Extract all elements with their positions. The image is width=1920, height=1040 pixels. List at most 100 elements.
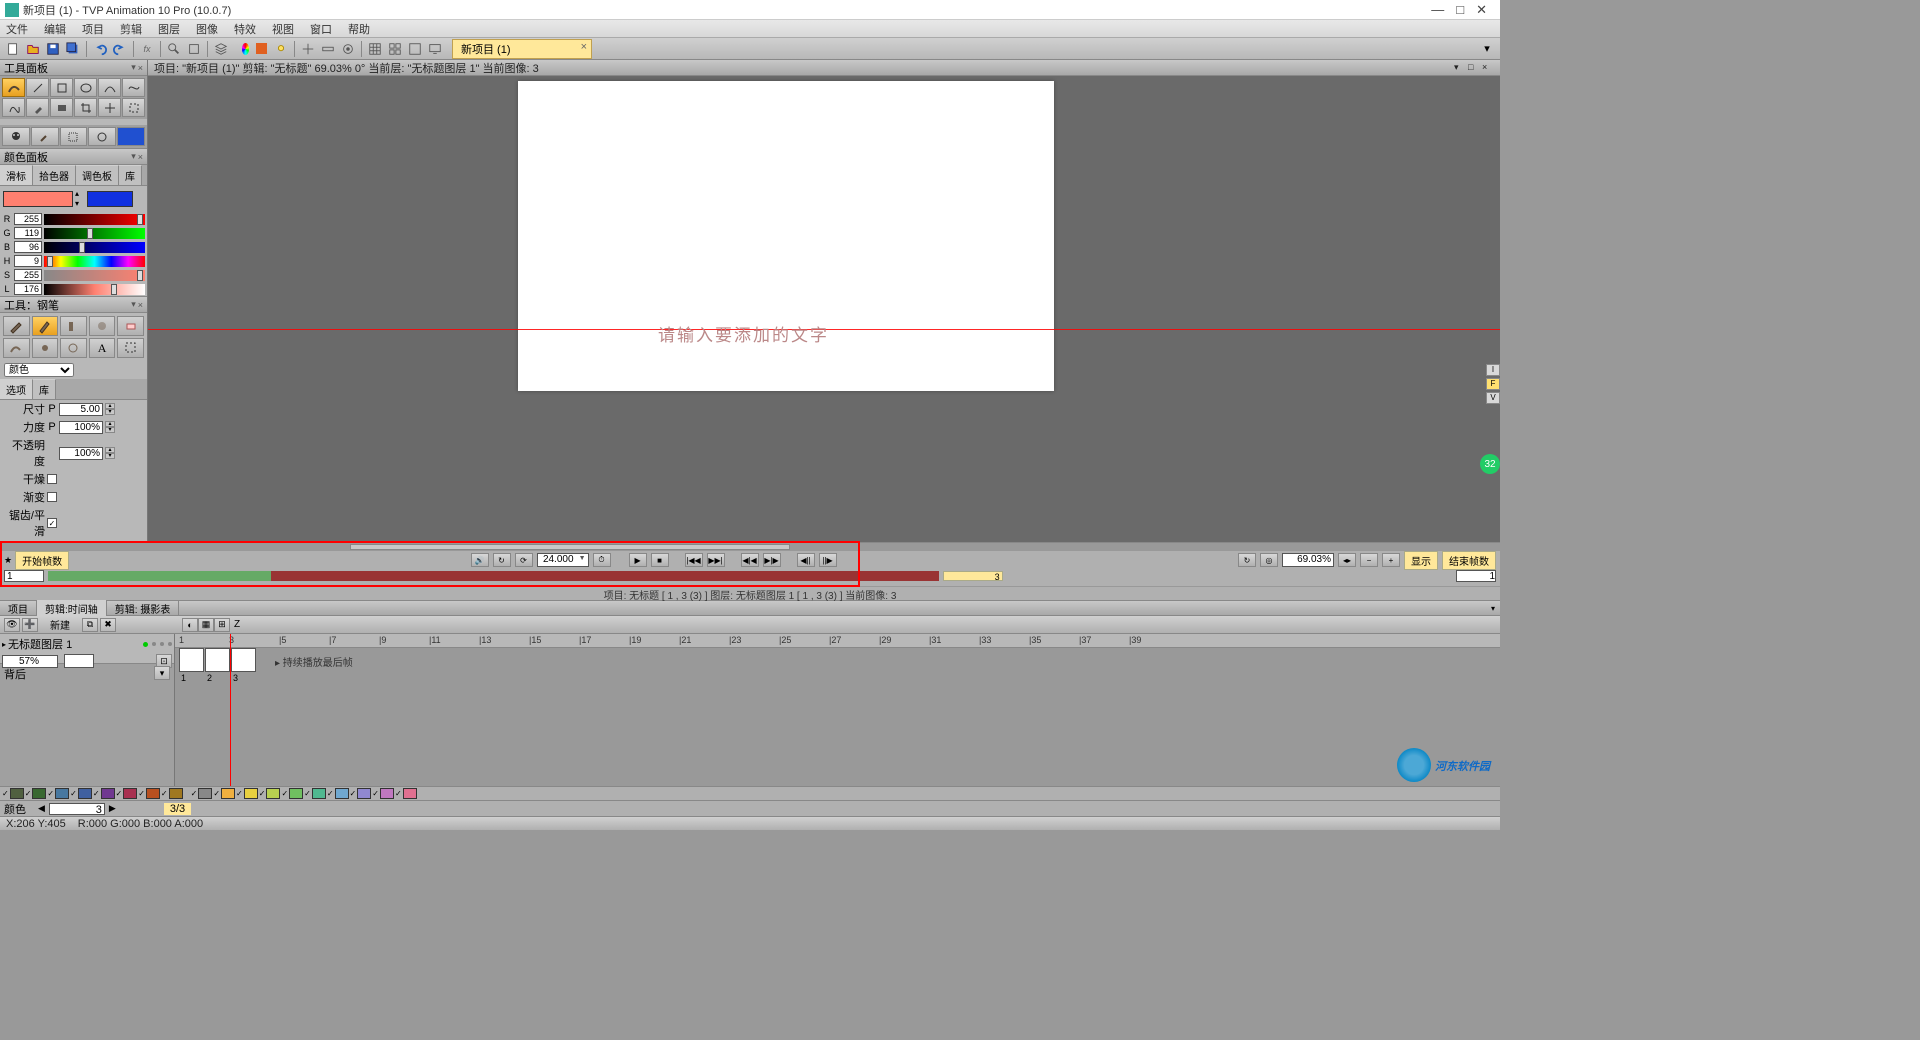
color-swatch[interactable] bbox=[123, 788, 137, 799]
fill-icon[interactable] bbox=[252, 40, 270, 58]
brush-set-icon[interactable] bbox=[31, 127, 59, 146]
menu-help[interactable]: 帮助 bbox=[346, 21, 372, 37]
fps-input[interactable]: 24.000 bbox=[537, 553, 589, 567]
timer-icon[interactable]: ⏱ bbox=[593, 553, 611, 567]
swap-up-icon[interactable]: ▴ bbox=[75, 189, 85, 199]
stop-button[interactable]: ■ bbox=[651, 553, 669, 567]
airbrush-icon[interactable] bbox=[89, 316, 116, 336]
panel-menu-icon[interactable]: ▾ bbox=[131, 151, 136, 162]
start-frame-input[interactable]: 1 bbox=[4, 570, 44, 582]
guide2-icon[interactable] bbox=[88, 127, 116, 146]
pen-icon[interactable] bbox=[32, 316, 59, 336]
crop-tool-icon[interactable] bbox=[74, 98, 97, 117]
move-tool-icon[interactable] bbox=[98, 98, 121, 117]
light-icon[interactable] bbox=[272, 40, 290, 58]
aa-checkbox[interactable]: ✓ bbox=[47, 518, 57, 528]
g-slider[interactable] bbox=[44, 228, 145, 239]
l-value[interactable]: 176 bbox=[14, 283, 42, 295]
freehand-tool-icon[interactable] bbox=[2, 98, 25, 117]
save-all-icon[interactable] bbox=[64, 40, 82, 58]
canvas-viewport[interactable]: 请输入要添加的文字 I F V bbox=[148, 76, 1500, 542]
panel-close-icon[interactable]: × bbox=[138, 300, 143, 310]
color-swatch[interactable] bbox=[198, 788, 212, 799]
display-label[interactable]: 显示 bbox=[1404, 551, 1438, 570]
color-swatch[interactable] bbox=[101, 788, 115, 799]
line-tool-icon[interactable] bbox=[26, 78, 49, 97]
toolbar-menu-icon[interactable]: ▾ bbox=[1478, 40, 1496, 58]
skull-icon[interactable] bbox=[2, 127, 30, 146]
g-value[interactable]: 119 bbox=[14, 227, 42, 239]
menu-clip[interactable]: 剪辑 bbox=[118, 21, 144, 37]
new-file-icon[interactable] bbox=[4, 40, 22, 58]
panel-menu-icon[interactable]: ▾ bbox=[131, 299, 136, 310]
h-value[interactable]: 9 bbox=[14, 255, 42, 267]
color-b-swatch[interactable] bbox=[87, 191, 133, 207]
save-icon[interactable] bbox=[44, 40, 62, 58]
tab-options[interactable]: 选项 bbox=[0, 379, 33, 399]
layer-row[interactable]: ▸ 无标题图层 1 57% ⊡ bbox=[0, 634, 174, 664]
timeline-ruler[interactable]: 13|5|7|9|11|13|15|17|19|21|23|25|27|29|3… bbox=[175, 634, 1500, 648]
opacity-stepper[interactable]: ▴▾ bbox=[105, 447, 115, 459]
brush2-icon[interactable] bbox=[3, 338, 30, 358]
step-fwd-button[interactable]: ||▶ bbox=[819, 553, 837, 567]
tab-palette[interactable]: 调色板 bbox=[76, 165, 119, 185]
close-tab-icon[interactable]: × bbox=[581, 41, 587, 53]
pencil-icon[interactable] bbox=[3, 316, 30, 336]
eraser-icon[interactable] bbox=[117, 316, 144, 336]
selection-icon[interactable] bbox=[60, 127, 88, 146]
tabs-dropdown-icon[interactable]: ▾ bbox=[1486, 604, 1500, 613]
l-slider[interactable] bbox=[44, 284, 145, 295]
grid-icon[interactable] bbox=[366, 40, 384, 58]
opacity-input[interactable]: 100% bbox=[59, 447, 103, 460]
blur-icon[interactable] bbox=[60, 338, 87, 358]
menu-file[interactable]: 文件 bbox=[4, 21, 30, 37]
zoom-icon[interactable] bbox=[165, 40, 183, 58]
color-swatch[interactable] bbox=[403, 788, 417, 799]
color-swatch[interactable] bbox=[169, 788, 183, 799]
redo-icon[interactable] bbox=[111, 40, 129, 58]
color-swatch[interactable] bbox=[146, 788, 160, 799]
undo-icon[interactable] bbox=[91, 40, 109, 58]
canvas-min-icon[interactable]: ▾ bbox=[1454, 62, 1466, 74]
grad-checkbox[interactable] bbox=[47, 492, 57, 502]
grid3-icon[interactable] bbox=[406, 40, 424, 58]
open-file-icon[interactable] bbox=[24, 40, 42, 58]
layers-icon[interactable] bbox=[212, 40, 230, 58]
next-key-button[interactable]: ▶|▶ bbox=[763, 553, 781, 567]
menu-project[interactable]: 项目 bbox=[80, 21, 106, 37]
b-slider[interactable] bbox=[44, 242, 145, 253]
ellipse-tool-icon[interactable] bbox=[74, 78, 97, 97]
color-swatch[interactable] bbox=[312, 788, 326, 799]
tab-timeline[interactable]: 剪辑:时间轴 bbox=[37, 600, 107, 617]
step-back-button[interactable]: ◀|| bbox=[797, 553, 815, 567]
s-slider[interactable] bbox=[44, 270, 145, 281]
tl-set2-icon[interactable]: ▦ bbox=[198, 618, 214, 632]
refresh-icon[interactable]: ↻ bbox=[493, 553, 511, 567]
menu-layer[interactable]: 图层 bbox=[156, 21, 182, 37]
ruler-icon[interactable] bbox=[319, 40, 337, 58]
speaker-icon[interactable]: 🔊 bbox=[471, 553, 489, 567]
target-icon[interactable]: ◎ bbox=[1260, 553, 1278, 567]
prev-color-icon[interactable]: ◀ bbox=[38, 803, 45, 814]
r-value[interactable]: 255 bbox=[14, 213, 42, 225]
end-marker[interactable]: 3 bbox=[943, 571, 1003, 581]
color-swatch[interactable] bbox=[357, 788, 371, 799]
loop-icon[interactable]: ⟳ bbox=[515, 553, 533, 567]
close-button[interactable]: ✕ bbox=[1476, 2, 1487, 18]
color-a-swatch[interactable] bbox=[3, 191, 73, 207]
grid2-icon[interactable] bbox=[386, 40, 404, 58]
color-swatch[interactable] bbox=[78, 788, 92, 799]
timeline-tracks[interactable]: 13|5|7|9|11|13|15|17|19|21|23|25|27|29|3… bbox=[175, 634, 1500, 786]
guide-icon[interactable] bbox=[299, 40, 317, 58]
r-slider[interactable] bbox=[44, 214, 145, 225]
menu-view[interactable]: 视图 bbox=[270, 21, 296, 37]
tab-lib[interactable]: 库 bbox=[33, 379, 56, 399]
b-value[interactable]: 96 bbox=[14, 241, 42, 253]
mode-f-button[interactable]: F bbox=[1486, 378, 1500, 390]
behind-opts-icon[interactable]: ▾ bbox=[154, 666, 170, 680]
text-icon[interactable]: A bbox=[89, 338, 116, 358]
panel-close-icon[interactable]: × bbox=[138, 63, 143, 73]
spline-tool-icon[interactable] bbox=[122, 78, 145, 97]
color-swatch[interactable] bbox=[289, 788, 303, 799]
swap-down-icon[interactable]: ▾ bbox=[75, 199, 85, 209]
